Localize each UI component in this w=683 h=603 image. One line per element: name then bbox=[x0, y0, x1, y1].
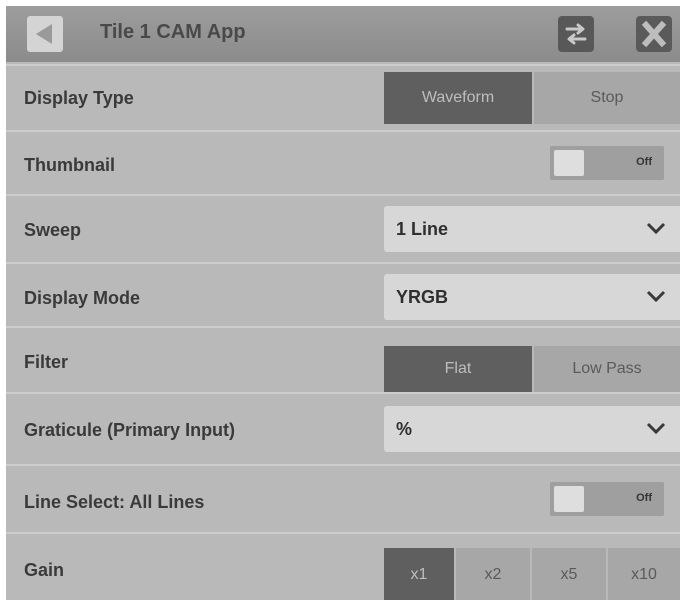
toggle-state-text: Off bbox=[636, 492, 652, 504]
row-thumbnail: Thumbnail Off bbox=[6, 130, 680, 194]
row-graticule: Graticule (Primary Input) % bbox=[6, 392, 680, 464]
gain-x5-button[interactable]: x5 bbox=[532, 548, 606, 600]
close-x-icon bbox=[641, 20, 667, 48]
title-bar: Tile 1 CAM App bbox=[6, 6, 680, 62]
row-display-mode: Display Mode YRGB bbox=[6, 262, 680, 326]
row-sweep: Sweep 1 Line bbox=[6, 194, 680, 262]
swap-arrows-icon bbox=[565, 23, 587, 45]
filter-label: Filter bbox=[24, 352, 69, 372]
sweep-label: Sweep bbox=[24, 220, 82, 240]
display-mode-label: Display Mode bbox=[24, 288, 141, 308]
filter-low-pass-button[interactable]: Low Pass bbox=[534, 346, 680, 392]
back-button[interactable] bbox=[27, 16, 63, 52]
chevron-down-icon bbox=[646, 290, 666, 303]
toggle-knob bbox=[554, 150, 584, 176]
line-select-toggle[interactable]: Off bbox=[550, 482, 664, 516]
toggle-knob bbox=[554, 486, 584, 512]
line-select-label: Line Select: All Lines bbox=[24, 492, 205, 512]
row-gain: Gain x1 x2 x5 x10 bbox=[6, 532, 680, 600]
back-arrow-icon bbox=[36, 24, 52, 44]
sweep-dropdown[interactable]: 1 Line bbox=[384, 206, 680, 252]
toggle-state-text: Off bbox=[636, 156, 652, 168]
display-type-label: Display Type bbox=[24, 88, 134, 108]
graticule-value: % bbox=[396, 419, 413, 439]
swap-button[interactable] bbox=[558, 16, 594, 52]
thumbnail-toggle[interactable]: Off bbox=[550, 146, 664, 180]
graticule-label: Graticule (Primary Input) bbox=[24, 420, 236, 440]
gain-label: Gain bbox=[24, 560, 65, 580]
graticule-dropdown[interactable]: % bbox=[384, 406, 680, 452]
row-line-select: Line Select: All Lines Off bbox=[6, 464, 680, 532]
gain-x10-button[interactable]: x10 bbox=[608, 548, 680, 600]
gain-x2-button[interactable]: x2 bbox=[456, 548, 530, 600]
display-type-waveform-button[interactable]: Waveform bbox=[384, 72, 532, 124]
close-button[interactable] bbox=[636, 16, 672, 52]
display-type-stop-button[interactable]: Stop bbox=[534, 72, 680, 124]
row-display-type: Display Type Waveform Stop bbox=[6, 64, 680, 130]
app-title: Tile 1 CAM App bbox=[100, 21, 246, 43]
chevron-down-icon bbox=[646, 222, 666, 235]
sweep-value: 1 Line bbox=[396, 219, 449, 239]
settings-panel: Tile 1 CAM App Display Type Waveform Sto… bbox=[6, 6, 680, 600]
gain-x1-button[interactable]: x1 bbox=[384, 548, 454, 600]
thumbnail-label: Thumbnail bbox=[24, 155, 115, 175]
display-mode-dropdown[interactable]: YRGB bbox=[384, 274, 680, 320]
chevron-down-icon bbox=[646, 422, 666, 435]
filter-flat-button[interactable]: Flat bbox=[384, 346, 532, 392]
display-mode-value: YRGB bbox=[396, 287, 449, 307]
row-filter: Filter Flat Low Pass bbox=[6, 326, 680, 392]
